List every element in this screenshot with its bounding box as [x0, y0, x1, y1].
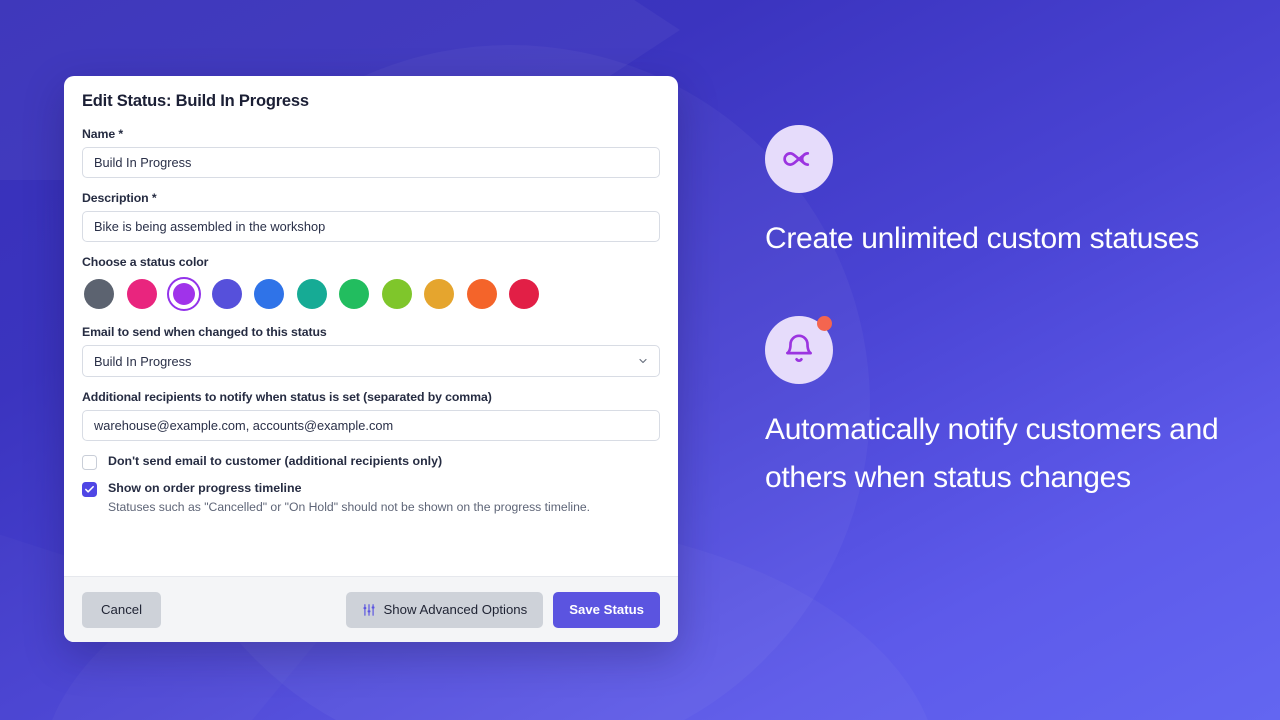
feature-automatic-notifications: Automatically notify customers and other… [765, 315, 1235, 503]
checkbox-text-block: Don't send email to customer (additional… [108, 454, 442, 470]
show-advanced-options-button[interactable]: Show Advanced Options [345, 591, 544, 628]
show-advanced-options-label: Show Advanced Options [383, 602, 528, 617]
email-template-select[interactable]: Build In Progress [82, 345, 660, 377]
email-template-value: Build In Progress [94, 353, 192, 369]
infinity-icon [765, 125, 833, 193]
color-swatch-fill [509, 279, 539, 309]
notification-badge-dot [817, 315, 832, 331]
color-swatch-fill [211, 279, 242, 309]
color-swatch-fill [173, 283, 195, 305]
modal-body: Edit Status: Build In Progress Name * Bu… [64, 76, 678, 576]
feature-unlimited-statuses: Create unlimited custom statuses [765, 125, 1235, 264]
modal-title: Edit Status: Build In Progress [82, 92, 309, 110]
color-swatch-fill [296, 279, 327, 309]
color-swatch-purple[interactable] [167, 277, 201, 311]
color-swatch-slate[interactable] [82, 277, 116, 311]
promo-screenshot: Edit Status: Build In Progress Name * Bu… [0, 0, 1280, 720]
feature-text: Automatically notify customers and other… [765, 412, 1219, 495]
checkbox-row[interactable]: Show on order progress timeline Statuses … [82, 481, 660, 515]
color-swatch-indigo[interactable] [210, 277, 244, 311]
color-swatch-pink[interactable] [125, 277, 159, 311]
checkbox-label: Don't send email to customer (additional… [108, 454, 443, 468]
checkbox-description: Statuses such as "Cancelled" or "On Hold… [108, 499, 591, 514]
color-swatch-fill [381, 279, 412, 309]
color-swatch-teal[interactable] [295, 277, 329, 311]
checkbox-list: Don't send email to customer (additional… [82, 454, 660, 515]
checkbox-label: Show on order progress timeline [108, 481, 302, 495]
sliders-icon [362, 603, 376, 617]
checkbox-text-block: Show on order progress timeline Statuses … [108, 481, 590, 515]
checkbox-checked-icon[interactable] [82, 482, 97, 497]
color-swatch-red[interactable] [507, 277, 541, 311]
status-color-swatch-row [82, 275, 660, 311]
color-swatch-lime[interactable] [380, 277, 414, 311]
status-color-label: Choose a status color [82, 255, 209, 269]
color-swatch-fill [339, 279, 369, 309]
feature-text: Create unlimited custom statuses [765, 222, 1199, 255]
cancel-button[interactable]: Cancel [82, 591, 162, 628]
additional-recipients-label: Additional recipients to notify when sta… [82, 390, 492, 404]
color-swatch-fill [466, 279, 497, 309]
description-input[interactable]: Bike is being assembled in the workshop [82, 211, 660, 242]
additional-recipients-input[interactable]: warehouse@example.com, accounts@example.… [82, 410, 660, 441]
email-template-label: Email to send when changed to this statu… [82, 325, 327, 339]
color-swatch-blue[interactable] [252, 277, 286, 311]
chevron-down-icon [637, 355, 649, 367]
name-label: Name * [82, 127, 124, 141]
color-swatch-fill [424, 279, 454, 309]
color-swatch-orange[interactable] [465, 277, 499, 311]
modal-footer: Cancel Show Advanced Options Save Status [64, 576, 678, 642]
color-swatch-fill [126, 279, 157, 309]
feature-panel: Create unlimited custom statuses Automat… [765, 125, 1235, 541]
edit-status-modal: Edit Status: Build In Progress Name * Bu… [64, 76, 678, 642]
color-swatch-fill [84, 279, 114, 309]
color-swatch-fill [254, 279, 284, 309]
checkbox-unchecked-icon[interactable] [82, 455, 97, 470]
description-label: Description * [82, 191, 157, 205]
name-input[interactable]: Build In Progress [82, 147, 660, 178]
bell-icon [765, 315, 833, 384]
color-swatch-amber[interactable] [422, 277, 456, 311]
color-swatch-green[interactable] [337, 277, 371, 311]
checkbox-row[interactable]: Don't send email to customer (additional… [82, 454, 660, 470]
save-status-button[interactable]: Save Status [553, 591, 660, 628]
